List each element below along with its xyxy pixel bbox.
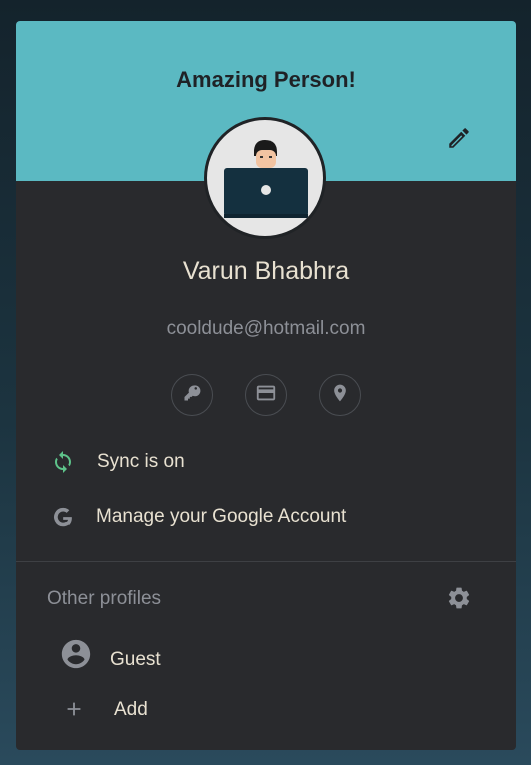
guest-profile-row[interactable]: Guest [16,635,516,679]
addresses-button[interactable] [319,374,361,416]
passwords-button[interactable] [171,374,213,416]
header-title: Amazing Person! [176,67,356,92]
account-circle-icon [59,637,93,671]
add-label: Add [114,699,148,720]
manage-account-label: Manage your Google Account [96,506,347,527]
edit-profile-button[interactable] [444,125,474,155]
guest-label: Guest [110,649,161,670]
add-profile-row[interactable]: Add [16,687,516,731]
person-with-laptop-avatar [224,140,308,218]
plus-icon [62,697,86,721]
credit-card-icon [255,382,277,409]
key-icon [182,383,202,408]
sync-status-row[interactable]: Sync is on [16,440,516,484]
profile-name: Varun Bhabhra [182,257,350,285]
profile-email: cooldude@hotmail.com [166,318,366,339]
avatar [204,117,326,239]
profile-menu-card: Amazing Person! Varun Bhabhra cooldude@h… [16,21,516,750]
pencil-icon [446,125,472,156]
manage-google-account-row[interactable]: Manage your Google Account [16,495,516,539]
location-pin-icon [330,383,350,408]
section-divider [16,561,516,562]
other-profiles-title: Other profiles [47,588,162,609]
manage-profiles-settings-button[interactable] [444,585,474,615]
google-g-icon [51,506,75,530]
sync-label: Sync is on [97,451,185,472]
gear-icon [446,585,472,616]
payment-methods-button[interactable] [245,374,287,416]
sync-icon [50,450,76,474]
